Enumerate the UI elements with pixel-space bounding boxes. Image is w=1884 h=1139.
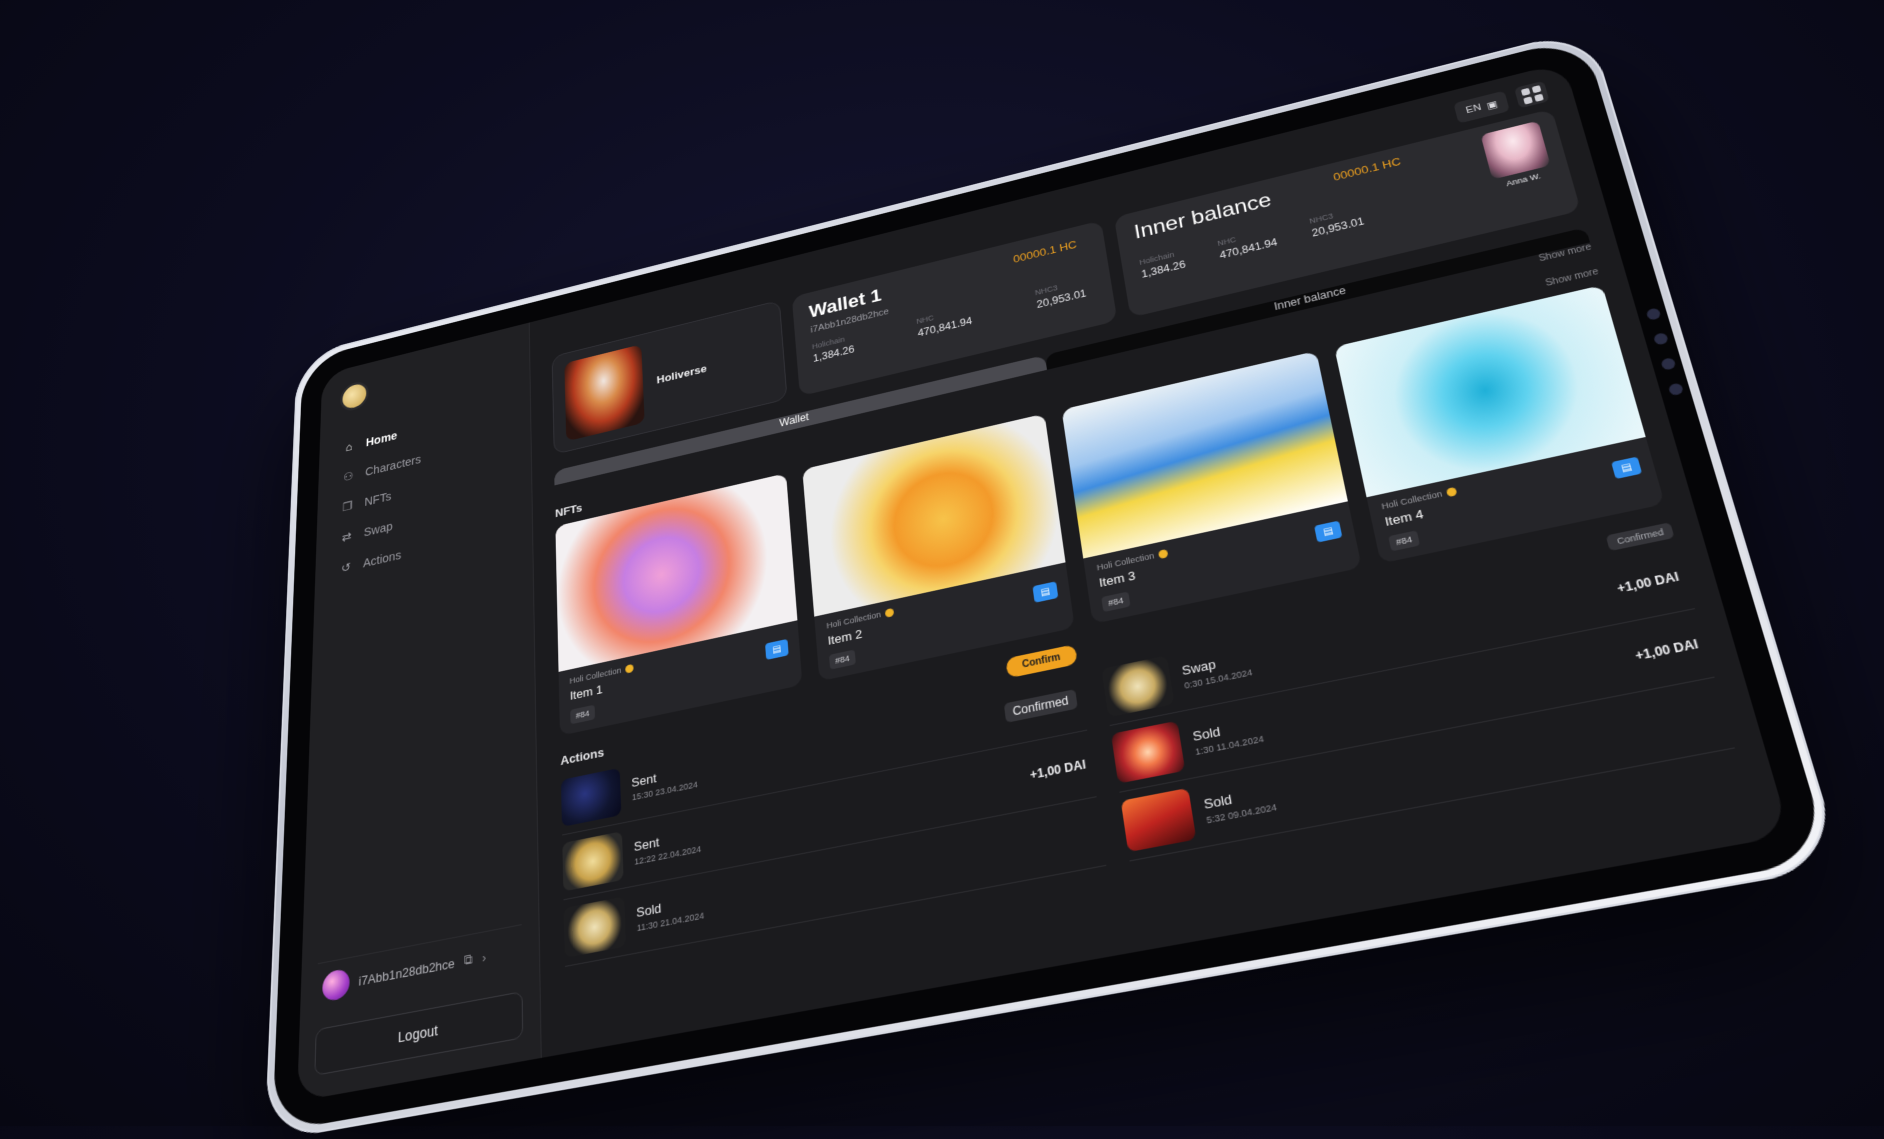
- action-amount: +1,00 DAI: [1029, 757, 1087, 783]
- sidebar-item-label: Actions: [362, 548, 402, 570]
- action-amount: +1,00 DAI: [1615, 569, 1681, 596]
- nft-card[interactable]: Holi Collection Item 2 #84 ▤: [802, 413, 1075, 682]
- action-text: Sent 15:30 23.04.2024: [631, 763, 698, 803]
- characters-icon: ⚇: [343, 468, 354, 484]
- swap-icon: ⇄: [341, 528, 352, 544]
- sidebar-nav: ⌂ Home ⚇ Characters ❐ NFTs ⇄ Swap ↺ Acti…: [330, 399, 517, 578]
- action-thumbnail: [1120, 787, 1197, 853]
- language-selector[interactable]: EN ▣: [1453, 90, 1510, 124]
- nfts-title: NFTs: [554, 501, 583, 520]
- sidebar-footer: i7Abb1n28db2hce ⧉ › Logout: [314, 924, 524, 1076]
- chevron-right-icon[interactable]: ›: [482, 949, 486, 965]
- action-thumbnail: [1101, 655, 1175, 718]
- nft-card[interactable]: Holi Collection Item 1 #84 ▤: [555, 473, 803, 736]
- nft-number-badge: #84: [1101, 591, 1131, 613]
- action-text: Sent 12:22 22.04.2024: [634, 826, 702, 867]
- tablet-device: ⌂ Home ⚇ Characters ❐ NFTs ⇄ Swap ↺ Acti…: [264, 27, 1844, 1139]
- nft-number-badge: #84: [570, 704, 596, 725]
- sidebar: ⌂ Home ⚇ Characters ❐ NFTs ⇄ Swap ↺ Acti…: [297, 322, 542, 1102]
- stat-nhc: NHC 470,841.94: [916, 305, 973, 339]
- character-image: [564, 344, 645, 442]
- stat-holichain: Holichain 1,384.26: [812, 333, 855, 364]
- profile-name: Holiverse: [656, 361, 708, 386]
- copy-icon[interactable]: ⧉: [464, 951, 473, 969]
- action-text: Sold 1:30 11.04.2024: [1192, 716, 1265, 757]
- action-thumbnail: [1110, 720, 1186, 784]
- avatar: [322, 967, 350, 1003]
- grid-menu-button[interactable]: [1514, 80, 1550, 109]
- tablet-bezel: ⌂ Home ⚇ Characters ❐ NFTs ⇄ Swap ↺ Acti…: [272, 36, 1832, 1133]
- language-label: EN: [1464, 102, 1483, 116]
- language-flag-icon: ▣: [1485, 98, 1499, 111]
- action-amount: +1,00 DAI: [1633, 636, 1700, 664]
- verified-coin-icon: [1157, 548, 1168, 559]
- action-thumbnail: [562, 831, 624, 892]
- verified-coin-icon: [624, 663, 634, 674]
- stat-holichain: Holichain 1,384.26: [1139, 248, 1187, 280]
- home-icon: ⌂: [345, 439, 353, 454]
- main-content: EN ▣ Holiverse Wallet 1 00000.1 HC i7Abb…: [530, 62, 1791, 1057]
- sidebar-item-label: Swap: [363, 519, 393, 540]
- wallet-icon[interactable]: ▤: [1032, 581, 1059, 603]
- avatar: [1480, 120, 1551, 180]
- action-thumbnail: [560, 767, 622, 827]
- status-badge: Confirmed: [1003, 689, 1078, 723]
- verified-coin-icon: [884, 607, 894, 618]
- scene: ⌂ Home ⚇ Characters ❐ NFTs ⇄ Swap ↺ Acti…: [0, 0, 1884, 1139]
- sidebar-item-label: NFTs: [364, 489, 392, 509]
- action-text: Swap 0:30 15.04.2024: [1181, 650, 1253, 691]
- app-logo[interactable]: [339, 379, 369, 414]
- stat-nhc3: NHC3 20,953.01: [1309, 205, 1366, 239]
- nfts-icon: ❐: [342, 498, 353, 514]
- verified-coin-icon: [1445, 486, 1457, 497]
- sidebar-item-label: Characters: [365, 452, 421, 479]
- nft-number-badge: #84: [828, 649, 856, 670]
- action-thumbnail: [563, 896, 626, 958]
- user-address: i7Abb1n28db2hce: [358, 955, 455, 989]
- wallet-icon[interactable]: ▤: [1314, 520, 1343, 543]
- app-screen: ⌂ Home ⚇ Characters ❐ NFTs ⇄ Swap ↺ Acti…: [297, 62, 1791, 1102]
- action-text: Sold 5:32 09.04.2024: [1203, 783, 1278, 825]
- stat-nhc: NHC 470,841.94: [1217, 226, 1279, 261]
- grid-icon: [1520, 87, 1530, 96]
- stat-nhc3: NHC3 20,953.01: [1034, 277, 1087, 310]
- wallet-icon[interactable]: ▤: [765, 638, 789, 660]
- nfts-show-more-link[interactable]: Show more: [1545, 267, 1600, 289]
- action-text: Sold 11:30 21.04.2024: [636, 892, 704, 933]
- nft-number-badge: #84: [1388, 530, 1421, 552]
- sidebar-item-label: Home: [365, 428, 398, 449]
- history-icon: ↺: [340, 559, 351, 575]
